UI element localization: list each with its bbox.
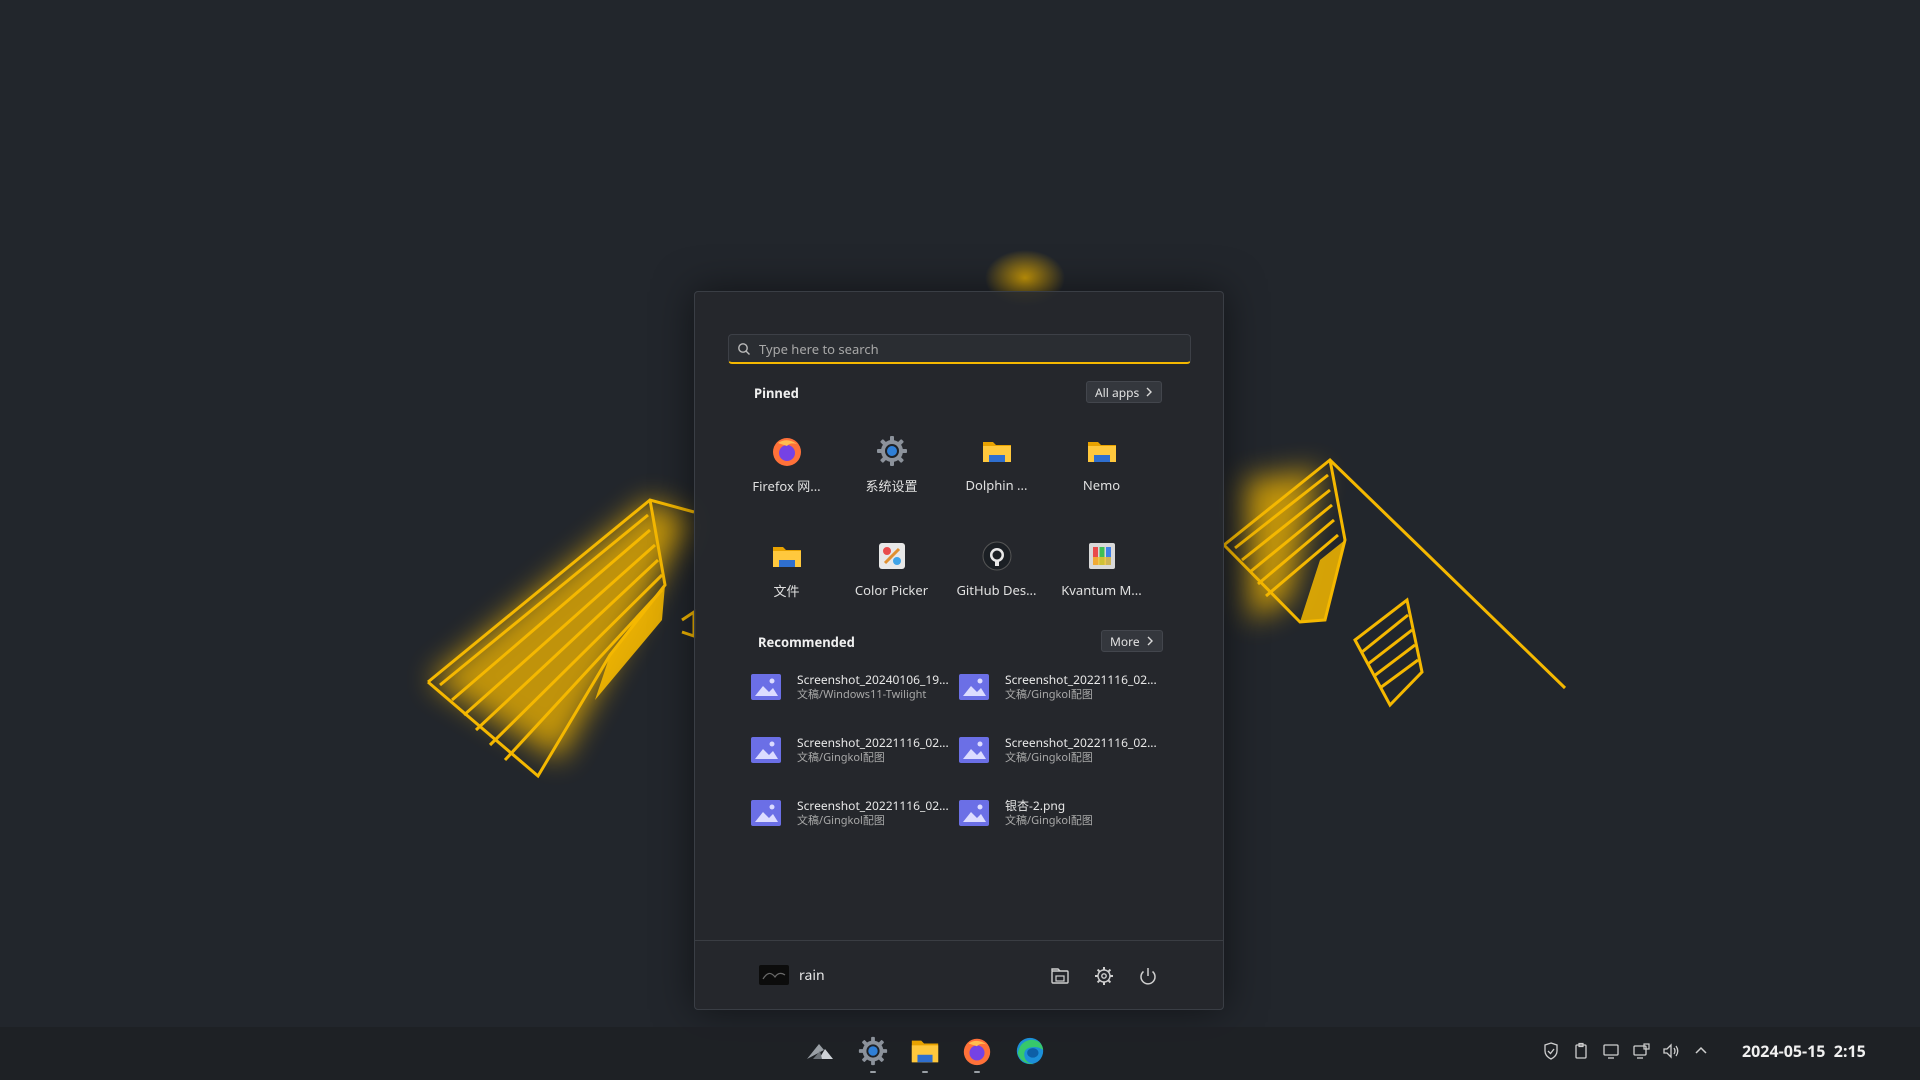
pinned-app-dolphin[interactable]: Dolphin ... <box>944 425 1049 530</box>
recommended-item-path: 文稿/Windows11-Twilight <box>797 687 927 702</box>
image-file-icon <box>959 800 989 826</box>
pinned-apps-grid: Firefox 网... 系统设置 Dolphin ... Nemo 文件 Co… <box>734 425 1154 635</box>
chevron-right-icon <box>1147 636 1153 646</box>
power-icon[interactable] <box>1137 965 1159 987</box>
recommended-item[interactable]: 银杏-2.png 文稿/Gingkol配图 <box>959 789 1167 852</box>
running-indicator <box>974 1071 980 1073</box>
taskbar-edge[interactable] <box>1013 1034 1047 1068</box>
pinned-app-system-settings[interactable]: 系统设置 <box>839 425 944 530</box>
recommended-item[interactable]: Screenshot_20221116_02... 文稿/Gingkol配图 <box>751 789 959 852</box>
app-label: GitHub Des... <box>956 581 1037 599</box>
app-label: Dolphin ... <box>965 476 1028 494</box>
kvantum-icon <box>1088 543 1115 569</box>
taskbar-firefox[interactable] <box>960 1034 994 1073</box>
app-label: Nemo <box>1082 476 1121 494</box>
taskbar-system-settings[interactable] <box>856 1034 890 1073</box>
image-file-icon <box>959 737 989 763</box>
user-name[interactable]: rain <box>799 966 825 985</box>
recommended-item[interactable]: Screenshot_20240106_19... 文稿/Windows11-Tw… <box>751 663 959 726</box>
pinned-app-firefox[interactable]: Firefox 网... <box>734 425 839 530</box>
recommended-item-path: 文稿/Gingkol配图 <box>797 813 885 828</box>
clock-time: 2:15 <box>1833 1040 1866 1062</box>
search-box[interactable] <box>728 334 1191 364</box>
pinned-app-nemo[interactable]: Nemo <box>1049 425 1154 530</box>
recommended-item-name: Screenshot_20221116_02... <box>1005 671 1157 688</box>
recommended-item[interactable]: Screenshot_20221116_02... 文稿/Gingkol配图 <box>959 663 1167 726</box>
recommended-list: Screenshot_20240106_19... 文稿/Windows11-Tw… <box>751 663 1171 852</box>
image-file-icon <box>959 674 989 700</box>
image-file-icon <box>751 800 781 826</box>
start-logo-icon <box>807 1044 833 1059</box>
firefox-icon <box>963 1038 991 1066</box>
firefox-icon <box>772 438 801 466</box>
settings-gear-icon[interactable] <box>1093 965 1115 987</box>
recommended-item[interactable]: Screenshot_20221116_02... 文稿/Gingkol配图 <box>959 726 1167 789</box>
folder-icon <box>772 547 801 567</box>
taskbar-start-button[interactable] <box>803 1034 837 1068</box>
display-icon[interactable] <box>1601 1041 1621 1061</box>
more-label: More <box>1110 632 1140 650</box>
pinned-app-color-picker[interactable]: Color Picker <box>839 530 944 635</box>
recommended-item-name: Screenshot_20240106_19... <box>797 671 949 688</box>
volume-icon[interactable] <box>1661 1041 1681 1061</box>
more-button[interactable]: More <box>1101 630 1163 652</box>
chevron-up-icon[interactable] <box>1691 1041 1711 1061</box>
settings-gear-icon <box>858 1036 888 1066</box>
recommended-item-path: 文稿/Gingkol配图 <box>1005 813 1093 828</box>
chevron-right-icon <box>1146 387 1153 397</box>
running-indicator <box>870 1071 876 1073</box>
taskbar: 2024-05-15 2:15 <box>0 1027 1920 1080</box>
pinned-title: Pinned <box>754 384 799 402</box>
recommended-item-path: 文稿/Gingkol配图 <box>797 750 885 765</box>
recommended-item-path: 文稿/Gingkol配图 <box>1005 687 1093 702</box>
github-icon <box>982 541 1011 571</box>
edge-icon <box>1016 1037 1044 1065</box>
clock-date: 2024-05-15 <box>1742 1040 1826 1062</box>
running-indicator <box>922 1071 928 1073</box>
pinned-app-github-desktop[interactable]: GitHub Des... <box>944 530 1049 635</box>
taskbar-file-manager[interactable] <box>908 1034 942 1073</box>
recommended-item-name: Screenshot_20221116_02... <box>797 734 949 751</box>
app-label: 文件 <box>773 582 800 600</box>
pinned-app-files[interactable]: 文件 <box>734 530 839 635</box>
app-label: Color Picker <box>854 581 929 599</box>
start-menu: Pinned All apps Firefox 网... <box>694 291 1224 1010</box>
folder-icon <box>982 442 1011 462</box>
recommended-item-name: 银杏-2.png <box>1005 797 1066 814</box>
all-apps-button[interactable]: All apps <box>1086 381 1163 403</box>
recommended-item-path: 文稿/Gingkol配图 <box>1005 750 1093 765</box>
color-picker-icon <box>878 543 905 569</box>
search-icon <box>738 342 750 355</box>
image-file-icon <box>751 674 781 700</box>
search-input[interactable] <box>757 338 1161 359</box>
settings-gear-icon <box>876 436 907 466</box>
folder-icon <box>911 1040 939 1063</box>
clock[interactable]: 2024-05-15 2:15 <box>1742 1040 1866 1062</box>
user-avatar[interactable] <box>759 965 789 985</box>
app-label: Firefox 网... <box>752 477 821 495</box>
recommended-item-name: Screenshot_20221116_02... <box>1005 734 1157 751</box>
network-icon[interactable] <box>1631 1041 1651 1061</box>
app-label: 系统设置 <box>865 477 918 495</box>
start-menu-footer: rain <box>695 940 1223 1009</box>
folder-icon <box>1087 442 1116 462</box>
all-apps-label: All apps <box>1095 383 1140 401</box>
clipboard-icon[interactable] <box>1571 1041 1591 1061</box>
file-manager-icon[interactable] <box>1049 965 1071 987</box>
image-file-icon <box>751 737 781 763</box>
recommended-item-name: Screenshot_20221116_02... <box>797 797 949 814</box>
app-label: Kvantum M... <box>1061 581 1142 599</box>
recommended-item[interactable]: Screenshot_20221116_02... 文稿/Gingkol配图 <box>751 726 959 789</box>
pinned-app-kvantum[interactable]: Kvantum M... <box>1049 530 1154 635</box>
recommended-title: Recommended <box>758 633 855 651</box>
shield-icon[interactable] <box>1541 1041 1561 1061</box>
